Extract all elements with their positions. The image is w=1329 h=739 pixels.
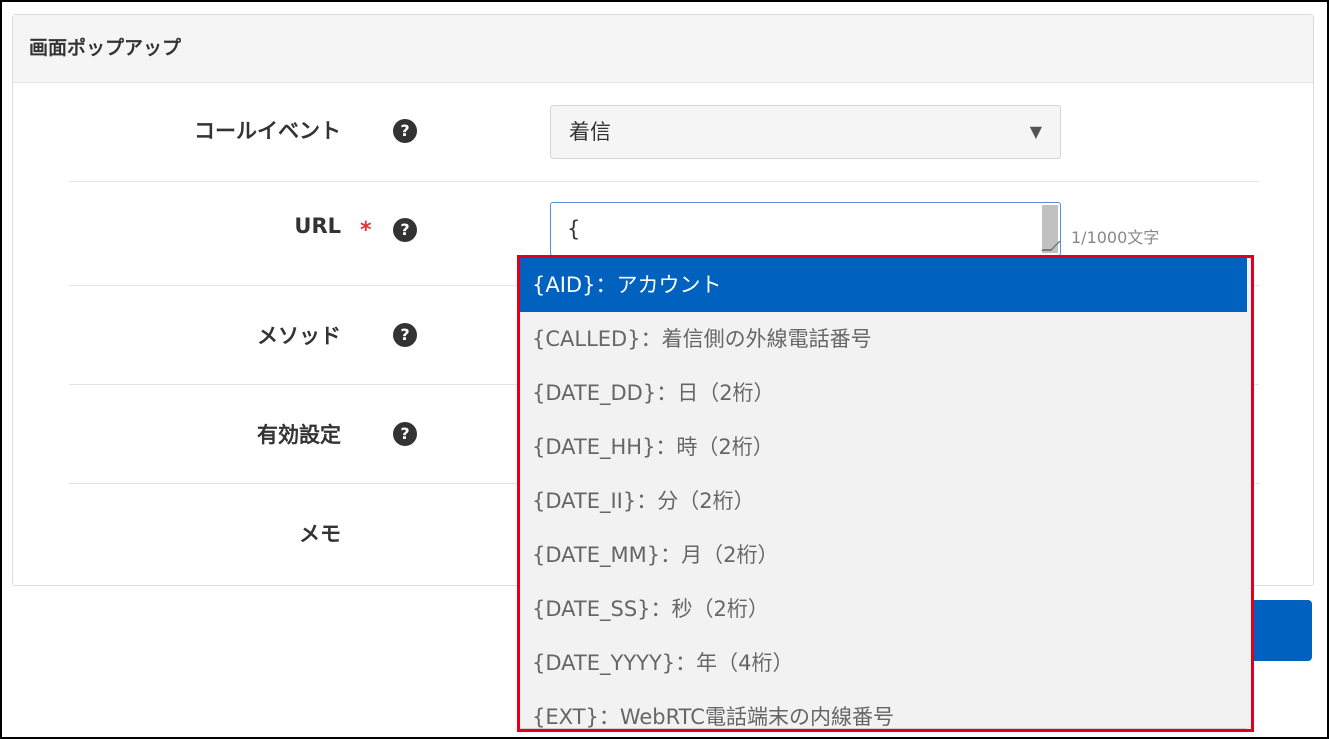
dropdown-bottom-border — [520, 728, 1247, 729]
call-event-label: コールイベント — [194, 119, 341, 143]
enabled-label: 有効設定 — [257, 423, 341, 447]
url-input-value: { — [567, 217, 581, 241]
call-event-row: コールイベント ? 着信 ▼ — [69, 105, 1259, 182]
autocomplete-option[interactable]: {DATE_HH}：時（2桁） — [520, 420, 1247, 474]
char-counter: 1/1000文字 — [1071, 228, 1160, 247]
url-label: URL — [294, 214, 341, 238]
autocomplete-option[interactable]: {DATE_SS}：秒（2桁） — [520, 582, 1247, 636]
autocomplete-option[interactable]: {EXT}：WebRTC電話端末の内線番号 — [520, 690, 1247, 729]
autocomplete-option[interactable]: {DATE_MM}：月（2桁） — [520, 528, 1247, 582]
help-icon[interactable]: ? — [393, 218, 417, 242]
help-icon[interactable]: ? — [393, 323, 417, 347]
autocomplete-dropdown: {AID}：アカウント {CALLED}：着信側の外線電話番号 {DATE_DD… — [517, 255, 1254, 732]
call-event-select[interactable]: 着信 ▼ — [550, 105, 1061, 159]
help-icon[interactable]: ? — [393, 422, 417, 446]
memo-label: メモ — [299, 522, 341, 546]
help-icon[interactable]: ? — [393, 119, 417, 143]
autocomplete-option[interactable]: {DATE_YYYY}：年（4桁） — [520, 636, 1247, 690]
required-mark: * — [360, 218, 372, 243]
panel-title: 画面ポップアップ — [13, 15, 1313, 83]
autocomplete-option[interactable]: {CALLED}：着信側の外線電話番号 — [520, 312, 1247, 366]
chevron-down-icon: ▼ — [1029, 122, 1042, 141]
autocomplete-option[interactable]: {AID}：アカウント — [520, 258, 1247, 312]
call-event-value: 着信 — [569, 120, 611, 144]
autocomplete-option[interactable]: {DATE_II}：分（2桁） — [520, 474, 1247, 528]
autocomplete-option[interactable]: {DATE_DD}：日（2桁） — [520, 366, 1247, 420]
url-input[interactable]: { — [550, 202, 1061, 256]
method-label: メソッド — [257, 324, 341, 348]
